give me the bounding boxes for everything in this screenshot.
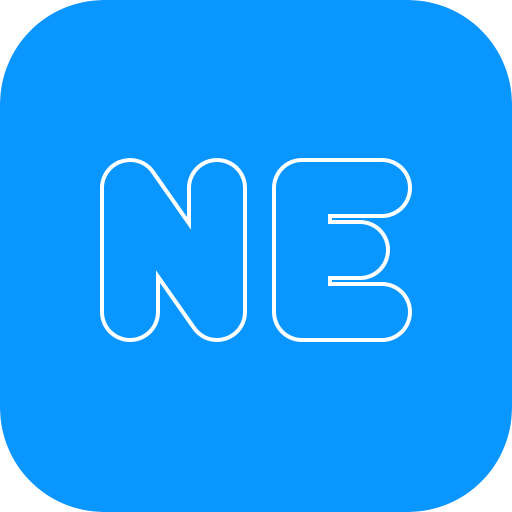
letter-n-outline — [100, 158, 247, 342]
ne-monogram-icon — [0, 0, 512, 512]
app-icon-tile — [0, 0, 512, 512]
letter-e-outline — [272, 158, 412, 342]
icon-canvas: NE — [0, 0, 512, 512]
icon-text-label: NE — [0, 0, 1, 1]
tile-background — [0, 0, 512, 512]
